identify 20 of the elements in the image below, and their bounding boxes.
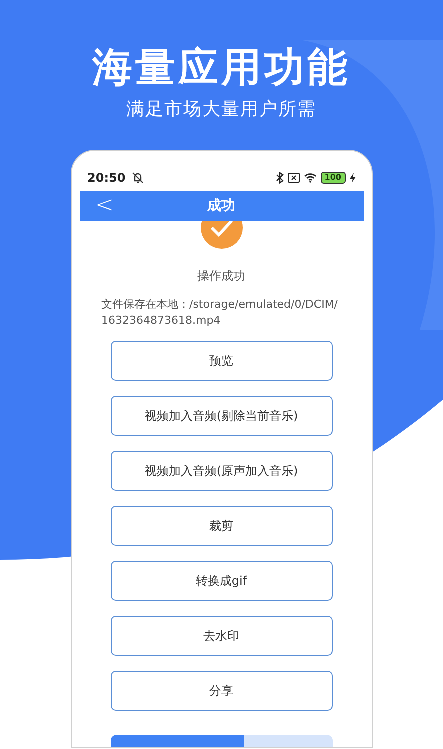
action-button[interactable]: 视频加入音频(原声加入音乐) xyxy=(110,451,332,491)
action-button[interactable]: 分享 xyxy=(110,671,332,711)
wifi-icon xyxy=(304,173,317,183)
screen-title: 成功 xyxy=(208,196,236,216)
headline: 海量应用功能 xyxy=(92,44,350,92)
action-button[interactable]: 裁剪 xyxy=(110,506,332,546)
subheadline: 满足市场大量用户所需 xyxy=(126,98,316,122)
action-button[interactable]: 预览 xyxy=(110,341,332,381)
bell-muted-icon xyxy=(132,172,144,184)
charging-icon xyxy=(350,173,356,183)
sim-icon xyxy=(288,173,300,183)
bluetooth-icon xyxy=(276,172,284,184)
action-button[interactable]: 视频加入音频(剔除当前音乐) xyxy=(110,396,332,436)
back-button[interactable]: < xyxy=(96,187,114,225)
action-button[interactable]: 转换成gif xyxy=(110,561,332,601)
battery-level: 100 xyxy=(320,172,346,184)
action-button[interactable]: 去水印 xyxy=(110,616,332,656)
success-message: 操作成功 xyxy=(198,268,246,285)
status-time: 20:50 xyxy=(88,170,126,187)
file-path: 文件保存在本地：/storage/emulated/0/DCIM/1632364873618.mp4 xyxy=(100,297,340,329)
